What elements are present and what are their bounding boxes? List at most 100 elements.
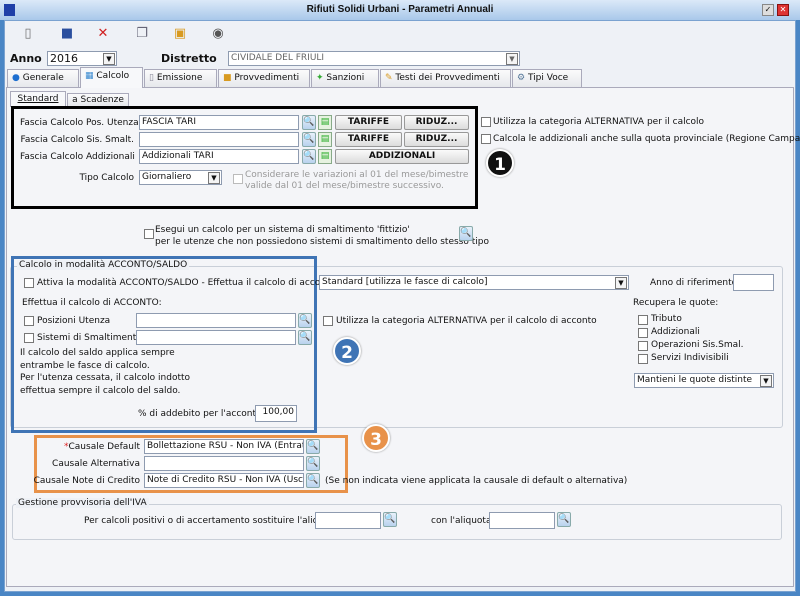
tab-calcolo[interactable]: ▦ Calcolo	[80, 67, 143, 88]
tariffe-button[interactable]: TARIFFE	[335, 132, 402, 147]
fittizio-line: per le utenze che non possiedono sistemi…	[155, 237, 489, 247]
sistemi-input[interactable]	[136, 330, 296, 345]
edit-list-icon[interactable]: ▤	[318, 149, 332, 164]
alternativa-checkbox[interactable]	[481, 117, 491, 127]
anno-label: Anno	[10, 52, 42, 65]
fittizio-label: Esegui un calcolo per un sistema di smal…	[155, 224, 489, 248]
riduz-button[interactable]: RIDUZ...	[404, 115, 469, 130]
note-line: Il calcolo del saldo applica sempre	[20, 348, 175, 358]
fascia-pos-input[interactable]: FASCIA TARI	[139, 115, 299, 130]
tab-testi-provvedimenti[interactable]: ✎ Testi dei Provvedimenti	[380, 69, 511, 88]
acconto-alternativa-label: Utilizza la categoria ALTERNATIVA per il…	[336, 316, 597, 326]
fascia-sis-input[interactable]	[139, 132, 299, 147]
percentuale-input[interactable]: 100,00	[255, 405, 297, 422]
posizioni-label: Posizioni Utenza	[37, 316, 111, 326]
causale-alternativa-input[interactable]	[144, 456, 304, 471]
minimize-button[interactable]: ✓	[762, 4, 774, 16]
tab-label: Generale	[22, 73, 64, 83]
acconto-alternativa-checkbox[interactable]	[323, 316, 333, 326]
select-value: Standard [utilizza le fasce di calcolo]	[322, 277, 488, 287]
chevron-down-icon[interactable]: ▼	[103, 53, 115, 65]
input-value: FASCIA TARI	[142, 117, 197, 127]
search-icon[interactable]: 🔍	[383, 512, 397, 527]
fascia-sis-label: Fascia Calcolo Sis. Smalt.	[20, 135, 134, 145]
causale-nc-input[interactable]: Note di Credito RSU - Non IVA (Uscita)	[144, 473, 304, 488]
close-button[interactable]: ✕	[777, 4, 789, 16]
new-icon[interactable]: ▯	[20, 26, 36, 42]
variazioni-checkbox[interactable]	[233, 174, 243, 184]
quota-operazioni-checkbox[interactable]	[638, 341, 648, 351]
search-icon[interactable]: 🔍	[302, 149, 316, 164]
sistemi-checkbox[interactable]	[24, 333, 34, 343]
callout-2: 2	[333, 337, 361, 365]
quota-label: Operazioni Sis.Smal.	[651, 340, 744, 350]
causale-nc-label: Causale Note di Credito	[33, 476, 140, 486]
variazioni-label: Considerare le variazioni al 01 del mese…	[245, 170, 468, 192]
search-icon[interactable]: 🔍	[298, 330, 312, 345]
search-icon[interactable]: 🔍	[306, 439, 320, 454]
subtab-scadenze[interactable]: a Scadenze	[67, 93, 129, 107]
recupera-label: Recupera le quote:	[633, 298, 719, 308]
tab-generale[interactable]: ● Generale	[7, 69, 79, 88]
fittizio-checkbox[interactable]	[144, 229, 154, 239]
save-icon[interactable]: ■	[59, 26, 75, 42]
tab-tipi-voce[interactable]: ⚙ Tipi Voce	[512, 69, 582, 88]
distretto-select[interactable]: CIVIDALE DEL FRIULI ▼	[228, 51, 520, 66]
tab-emissione[interactable]: ▯ Emissione	[144, 69, 217, 88]
causale-alternativa-label: Causale Alternativa	[52, 459, 140, 469]
posizioni-input[interactable]	[136, 313, 296, 328]
quota-label: Servizi Indivisibili	[651, 353, 729, 363]
con-aliquota-input[interactable]	[489, 512, 555, 529]
tab-label: a Scadenze	[72, 95, 124, 105]
select-value: Mantieni le quote distinte	[637, 375, 753, 385]
tab-label: Tipi Voce	[527, 73, 569, 83]
con-aliquota-label: con l'aliquota	[431, 516, 492, 526]
tariffe-button[interactable]: TARIFFE	[335, 115, 402, 130]
anno-select[interactable]: 2016 ▼	[47, 51, 117, 66]
search-icon[interactable]: 🔍	[302, 115, 316, 130]
attiva-acconto-checkbox[interactable]	[24, 278, 34, 288]
delete-icon[interactable]: ✕	[95, 26, 111, 42]
addizionali-button[interactable]: ADDIZIONALI	[335, 149, 469, 164]
posizioni-checkbox[interactable]	[24, 316, 34, 326]
quota-label: Tributo	[651, 314, 682, 324]
fascia-pos-label: Fascia Calcolo Pos. Utenza	[20, 118, 139, 128]
quota-servizi-checkbox[interactable]	[638, 354, 648, 364]
tipo-calcolo-select[interactable]: Giornaliero ▼	[139, 170, 222, 185]
tab-sanzioni[interactable]: ✦ Sanzioni	[311, 69, 379, 88]
anno-riferimento-input[interactable]	[733, 274, 774, 291]
chevron-down-icon[interactable]: ▼	[760, 375, 772, 387]
tab-provvedimenti[interactable]: ■ Provvedimenti	[218, 69, 310, 88]
addizionali-provinciale-checkbox[interactable]	[481, 134, 491, 144]
search-icon[interactable]: 🔍	[306, 473, 320, 488]
camera-icon[interactable]: ◉	[210, 26, 226, 42]
edit-list-icon[interactable]: ▤	[318, 132, 332, 147]
chevron-down-icon[interactable]: ▼	[208, 172, 220, 184]
tab-label: Standard	[17, 94, 59, 104]
search-icon[interactable]: 🔍	[557, 512, 571, 527]
mantieni-select[interactable]: Mantieni le quote distinte ▼	[634, 373, 774, 388]
search-icon[interactable]: 🔍	[306, 456, 320, 471]
chevron-down-icon[interactable]: ▼	[506, 53, 518, 65]
paste-icon[interactable]: ▣	[172, 26, 188, 42]
variazioni-line: Considerare le variazioni al 01 del mese…	[245, 170, 469, 180]
chevron-down-icon[interactable]: ▼	[615, 277, 627, 289]
riduz-button[interactable]: RIDUZ...	[404, 132, 469, 147]
tab-label: Emissione	[156, 73, 203, 83]
effettua-label: Effettua il calcolo di ACCONTO:	[22, 298, 162, 308]
input-value: 100,00	[262, 407, 295, 417]
quota-addizionali-checkbox[interactable]	[638, 328, 648, 338]
search-icon[interactable]: 🔍	[298, 313, 312, 328]
causale-default-input[interactable]: Bollettazione RSU - Non IVA (Entrata)	[144, 439, 304, 454]
edit-list-icon[interactable]: ▤	[318, 115, 332, 130]
quota-tributo-checkbox[interactable]	[638, 315, 648, 325]
search-icon[interactable]: 🔍	[302, 132, 316, 147]
subtab-standard[interactable]: Standard	[10, 91, 66, 107]
note-line: entrambe le fasce di calcolo.	[20, 360, 150, 371]
acconto-mode-select[interactable]: Standard [utilizza le fasce di calcolo] ▼	[319, 275, 629, 290]
window-title: Rifiuti Solidi Urbani - Parametri Annual…	[306, 4, 494, 15]
aliquota-input[interactable]	[315, 512, 381, 529]
search-icon[interactable]: 🔍	[459, 226, 473, 241]
copy-icon[interactable]: ❐	[134, 26, 150, 42]
fascia-add-input[interactable]: Addizionali TARI	[139, 149, 299, 164]
